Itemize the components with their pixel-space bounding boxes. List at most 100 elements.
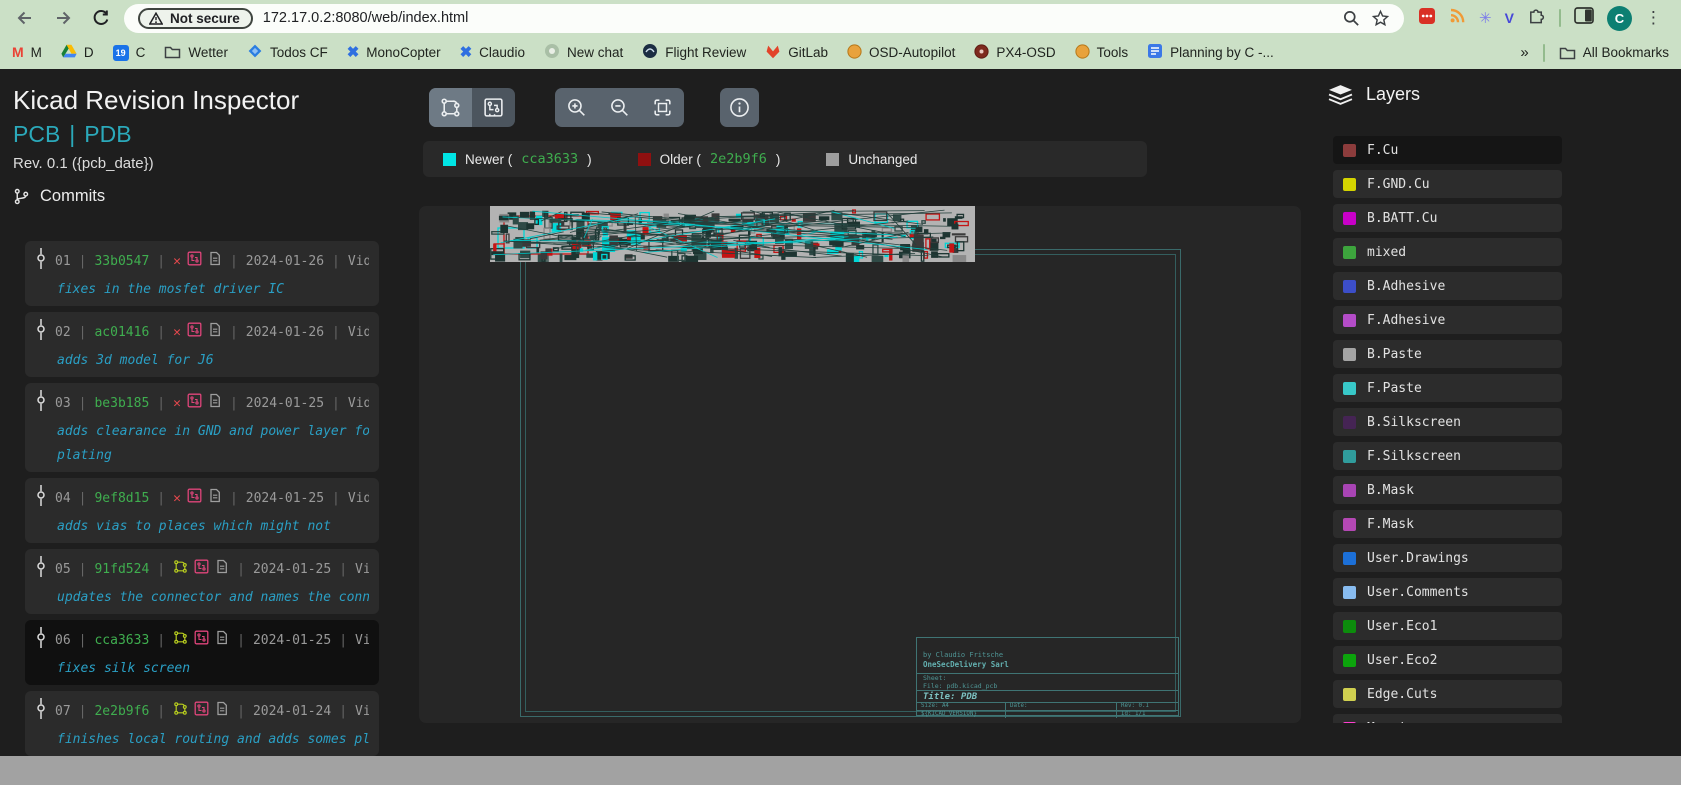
not-secure-chip[interactable]: Not secure	[138, 8, 253, 29]
bookmark-claudio[interactable]: ✖Claudio	[460, 45, 525, 60]
bookmark-gitlab[interactable]: GitLab	[765, 44, 828, 62]
pcb-diff-icon[interactable]	[194, 630, 209, 651]
bookmark-folder[interactable]: Wetter	[164, 44, 228, 62]
pcb-diff-icon[interactable]	[187, 488, 202, 509]
address-bar[interactable]: Not secure 172.17.0.2:8080/web/index.htm…	[124, 4, 1404, 33]
split-view-icon[interactable]	[1574, 7, 1594, 29]
layer-name: F.Mask	[1367, 517, 1414, 532]
bookmark-gmail[interactable]: MM	[12, 45, 42, 60]
separator: |	[230, 252, 238, 271]
commit-row-cca3633[interactable]: 06|cca3633||2024-01-25|Vidit Katfixes si…	[25, 620, 379, 685]
pcb-canvas[interactable]: by Claudio Fritsche OneSecDelivery Sarl …	[419, 206, 1301, 723]
bookmarks-list: MM D 19C Wetter Todos CF ✖MonoCopter ✖Claudio N…	[12, 43, 1274, 62]
pcb-icon	[482, 96, 505, 119]
bookmark-px4[interactable]: PX4-OSD	[974, 44, 1055, 62]
browser-menu-button[interactable]: ⋮	[1645, 8, 1662, 28]
doc-icon[interactable]	[215, 701, 229, 722]
all-bookmarks-button[interactable]: All Bookmarks	[1559, 45, 1669, 60]
doc-icon[interactable]	[215, 630, 229, 651]
commit-row-2e2b9f6[interactable]: 07|2e2b9f6||2024-01-24|Vidit Katfinishes…	[25, 691, 379, 756]
commit-author: Vidit Kat	[348, 394, 369, 413]
layer-name: User.Eco1	[1367, 619, 1437, 634]
zoom-out-button[interactable]	[598, 88, 641, 127]
layers-heading-label: Layers	[1366, 84, 1420, 105]
layer-row-user-eco2[interactable]: User.Eco2	[1333, 646, 1562, 674]
layer-row-f-mask[interactable]: F.Mask	[1333, 510, 1562, 538]
doc-icon[interactable]	[208, 322, 222, 343]
pcb-view-button[interactable]	[472, 88, 515, 127]
commit-row-33b0547[interactable]: 01|33b0547|✕|2024-01-26|Vidit Katfixes i…	[25, 241, 379, 306]
pcb-diff-icon[interactable]	[187, 322, 202, 343]
bookmark-planning[interactable]: Planning by C -...	[1147, 43, 1274, 62]
info-button[interactable]	[720, 88, 759, 127]
doc-icon[interactable]	[208, 393, 222, 414]
gitlab-icon	[765, 44, 781, 62]
commit-list[interactable]: 01|33b0547|✕|2024-01-26|Vidit Katfixes i…	[25, 241, 379, 756]
layer-row-b-mask[interactable]: B.Mask	[1333, 476, 1562, 504]
pdb-link[interactable]: PDB	[84, 121, 131, 148]
layer-row-f-paste[interactable]: F.Paste	[1333, 374, 1562, 402]
doc-icon[interactable]	[208, 488, 222, 509]
bookmark-drive[interactable]: D	[61, 44, 94, 62]
bookmark-label: MonoCopter	[366, 45, 440, 60]
separator: |	[157, 631, 165, 650]
doc-icon[interactable]	[215, 559, 229, 580]
older-hash: 2e2b9f6	[710, 151, 767, 167]
pcb-diff-icon[interactable]	[187, 251, 202, 272]
layer-row-f-cu[interactable]: F.Cu	[1333, 136, 1562, 164]
schematic-changed-icon[interactable]	[173, 701, 188, 722]
bookmark-calendar[interactable]: 19C	[113, 45, 146, 61]
commit-row-ac01416[interactable]: 02|ac01416|✕|2024-01-26|Vidit Katadds 3d…	[25, 312, 379, 377]
profile-avatar[interactable]: C	[1607, 6, 1632, 31]
layer-row-mixed[interactable]: mixed	[1333, 238, 1562, 266]
layer-row-user-comments[interactable]: User.Comments	[1333, 578, 1562, 606]
commit-row-be3b185[interactable]: 03|be3b185|✕|2024-01-25|Vidit Katadds cl…	[25, 383, 379, 472]
back-button[interactable]	[10, 3, 40, 33]
layer-row-b-silkscreen[interactable]: B.Silkscreen	[1333, 408, 1562, 436]
layer-row-b-adhesive[interactable]: B.Adhesive	[1333, 272, 1562, 300]
layer-row-user-eco1[interactable]: User.Eco1	[1333, 612, 1562, 640]
forward-button[interactable]	[48, 3, 78, 33]
layer-row-b-batt-cu[interactable]: B.BATT.Cu	[1333, 204, 1562, 232]
rss-extension-icon[interactable]	[1449, 7, 1466, 29]
layers-list[interactable]: F.Cu F.GND.Cu B.BATT.Cu mixed B.Adhesive F.Ad…	[1333, 136, 1562, 723]
schematic-changed-icon[interactable]	[173, 559, 188, 580]
bookmark-flightreview[interactable]: Flight Review	[642, 43, 746, 62]
v-extension-icon[interactable]: V	[1505, 11, 1514, 25]
commit-row-9ef8d15[interactable]: 04|9ef8d15|✕|2024-01-25|Vidit Katadds vi…	[25, 478, 379, 543]
schematic-view-button[interactable]	[429, 88, 472, 127]
schematic-changed-icon[interactable]	[173, 630, 188, 651]
bookmark-tools[interactable]: Tools	[1075, 44, 1129, 62]
reload-button[interactable]	[86, 3, 116, 33]
layer-row-user-drawings[interactable]: User.Drawings	[1333, 544, 1562, 572]
doc-icon[interactable]	[208, 251, 222, 272]
commit-number: 04	[55, 489, 71, 508]
zoom-in-button[interactable]	[555, 88, 598, 127]
legend-older: Older (2e2b9f6)	[638, 151, 781, 167]
zoom-page-button[interactable]	[1342, 9, 1361, 28]
bookmark-monocopter[interactable]: ✖MonoCopter	[347, 45, 441, 60]
pcb-diff-icon[interactable]	[194, 559, 209, 580]
layer-row-edge-cuts[interactable]: Edge.Cuts	[1333, 680, 1562, 708]
bookmark-todos[interactable]: Todos CF	[247, 43, 328, 62]
password-extension-icon[interactable]	[1418, 7, 1436, 30]
layer-row-f-silkscreen[interactable]: F.Silkscreen	[1333, 442, 1562, 470]
bookmark-star-button[interactable]	[1371, 9, 1390, 28]
bookmark-newchat[interactable]: New chat	[544, 43, 623, 62]
layer-row-margin[interactable]: Margin	[1333, 714, 1562, 723]
asterisk-extension-icon[interactable]: ✳	[1479, 11, 1492, 26]
bookmark-osd[interactable]: OSD-Autopilot	[847, 44, 955, 62]
layer-row-f-adhesive[interactable]: F.Adhesive	[1333, 306, 1562, 334]
extensions-puzzle-icon[interactable]	[1527, 6, 1546, 30]
bookmarks-overflow-button[interactable]: »	[1520, 44, 1528, 61]
zoom-fit-button[interactable]	[641, 88, 684, 127]
bookmarks-bar: MM D 19C Wetter Todos CF ✖MonoCopter ✖Claudio N…	[0, 36, 1681, 69]
layer-row-f-gnd-cu[interactable]: F.GND.Cu	[1333, 170, 1562, 198]
layer-row-b-paste[interactable]: B.Paste	[1333, 340, 1562, 368]
pcb-diff-icon[interactable]	[194, 701, 209, 722]
commit-row-91fd524[interactable]: 05|91fd524||2024-01-25|Vidit Katupdates …	[25, 549, 379, 614]
pcb-diff-icon[interactable]	[187, 393, 202, 414]
titleblock-empty-cell	[1005, 711, 1116, 718]
pcb-link[interactable]: PCB	[13, 121, 60, 148]
url-text[interactable]: 172.17.0.2:8080/web/index.html	[263, 10, 1332, 26]
